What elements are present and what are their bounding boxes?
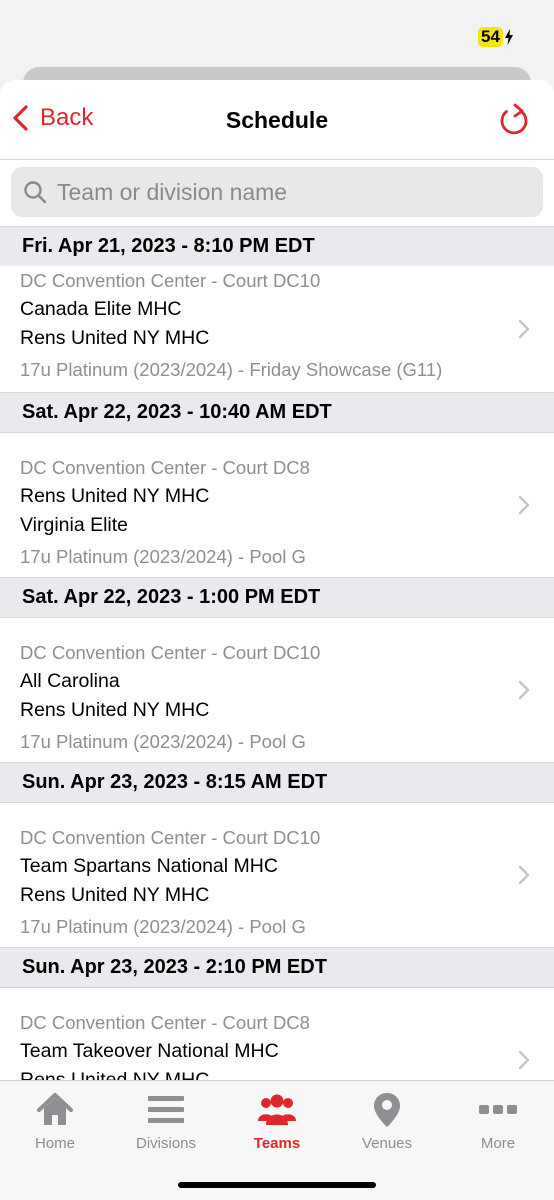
chevron-right-icon xyxy=(518,495,530,515)
schedule-card: Back Schedule Fri. Apr 21, 2023 - 8:10 P… xyxy=(0,80,554,1200)
game-team-away: Virginia Elite xyxy=(20,514,129,536)
section-header-date: Fri. Apr 21, 2023 - 8:10 PM EDT xyxy=(0,226,554,266)
game-team-away: Rens United NY MHC xyxy=(20,884,210,906)
game-team-home: All Carolina xyxy=(20,670,120,692)
game-venue: DC Convention Center - Court DC8 xyxy=(20,457,310,478)
battery-indicator: 54 xyxy=(478,27,514,47)
game-division: 17u Platinum (2023/2024) - Pool G xyxy=(20,731,306,752)
tab-divisions[interactable]: Divisions xyxy=(111,1091,221,1152)
status-bar: 54 xyxy=(0,0,554,60)
refresh-icon[interactable] xyxy=(498,102,530,136)
charging-bolt-icon xyxy=(504,29,513,45)
tab-venues[interactable]: Venues xyxy=(332,1091,442,1152)
game-team-home: Team Takeover National MHC xyxy=(20,1040,279,1062)
game-team-away: Rens United NY MHC xyxy=(20,699,210,721)
game-row[interactable]: DC Convention Center - Court DC8 Rens Un… xyxy=(0,432,554,577)
section-header-date: Sat. Apr 22, 2023 - 10:40 AM EDT xyxy=(0,392,554,432)
tab-label: More xyxy=(480,1135,516,1152)
search-box[interactable] xyxy=(11,167,543,217)
section-header-date: Sat. Apr 22, 2023 - 1:00 PM EDT xyxy=(0,577,554,617)
tab-bar: Home Divisions Teams Venues More xyxy=(0,1080,554,1200)
tab-more[interactable]: More xyxy=(443,1091,553,1152)
game-division: 17u Platinum (2023/2024) - Pool G xyxy=(20,916,306,937)
game-venue: DC Convention Center - Court DC10 xyxy=(20,270,321,291)
tab-teams[interactable]: Teams xyxy=(222,1091,332,1152)
more-dots-icon xyxy=(479,1105,517,1114)
nav-bar: Back Schedule xyxy=(0,80,554,160)
search-input[interactable] xyxy=(57,178,537,206)
game-division: 17u Platinum (2023/2024) - Friday Showca… xyxy=(20,359,443,380)
tab-home[interactable]: Home xyxy=(0,1091,110,1152)
game-row[interactable]: DC Convention Center - Court DC10 All Ca… xyxy=(0,617,554,762)
section-header-date: Sun. Apr 23, 2023 - 2:10 PM EDT xyxy=(0,947,554,987)
page-title: Schedule xyxy=(225,107,329,133)
game-team-away: Rens United NY MHC xyxy=(20,327,210,349)
tab-label: Venues xyxy=(361,1135,413,1152)
game-row[interactable]: DC Convention Center - Court DC10 Canada… xyxy=(0,266,554,392)
game-venue: DC Convention Center - Court DC10 xyxy=(20,642,321,663)
game-team-away: Rens United NY MHC xyxy=(20,1069,210,1080)
game-division: 17u Platinum (2023/2024) - Pool G xyxy=(20,546,306,567)
list-icon xyxy=(148,1096,184,1123)
game-team-home: Team Spartans National MHC xyxy=(20,855,278,877)
game-row[interactable]: DC Convention Center - Court DC10 Team S… xyxy=(0,802,554,947)
schedule-screen: 54 Back Schedule Team or division name F… xyxy=(0,0,554,1200)
search-bar xyxy=(0,160,554,226)
chevron-right-icon xyxy=(518,680,530,700)
game-team-home: Rens United NY MHC xyxy=(20,485,210,507)
chevron-right-icon xyxy=(518,865,530,885)
chevron-right-icon xyxy=(518,319,530,339)
location-pin-icon xyxy=(374,1093,400,1127)
game-venue: DC Convention Center - Court DC10 xyxy=(20,827,321,848)
section-header-date: Sun. Apr 23, 2023 - 8:15 AM EDT xyxy=(0,762,554,802)
tab-label: Teams xyxy=(253,1135,301,1152)
tab-label: Divisions xyxy=(135,1135,196,1152)
game-venue: DC Convention Center - Court DC8 xyxy=(20,1012,310,1033)
schedule-list: Fri. Apr 21, 2023 - 8:10 PM EDT DC Conve… xyxy=(0,226,554,1080)
home-icon xyxy=(37,1093,73,1125)
tab-label: Home xyxy=(34,1135,75,1152)
search-icon xyxy=(24,181,47,204)
battery-level: 54 xyxy=(478,27,503,47)
game-team-home: Canada Elite MHC xyxy=(20,298,182,320)
chevron-right-icon xyxy=(518,1050,530,1070)
people-icon xyxy=(258,1094,296,1125)
game-row[interactable]: DC Convention Center - Court DC8 Team Ta… xyxy=(0,987,554,1080)
home-indicator[interactable] xyxy=(178,1182,376,1188)
